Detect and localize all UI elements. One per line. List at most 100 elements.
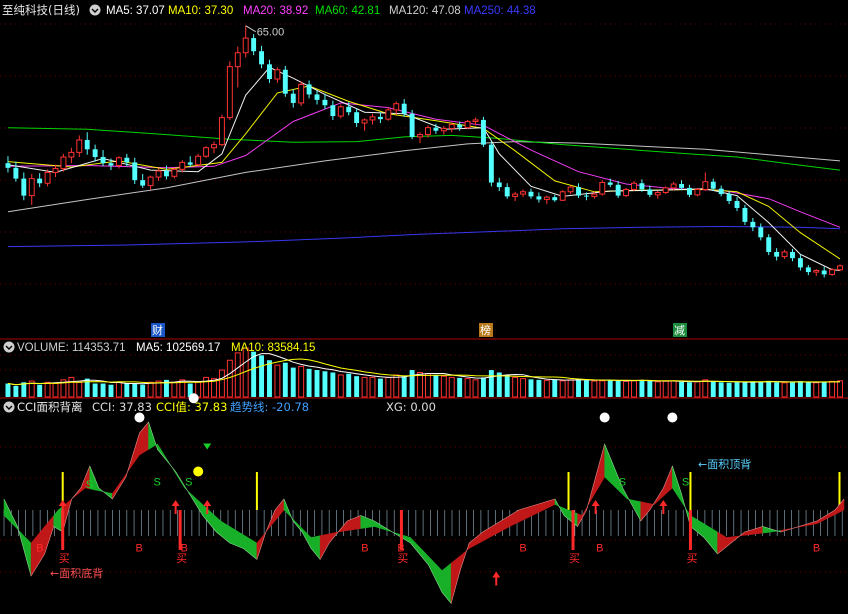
candle-body-up [670,183,677,189]
candle-body-down [314,94,320,100]
volume-bar-up [694,381,701,398]
candle-body-up [52,168,59,173]
buy-arrow [492,571,501,578]
volume-bar-up [171,381,178,398]
stock-chart: SSSSSBBBBBBBB买买买买买 65.00财榜减←面积底背←面积顶背 至纯… [0,3,848,605]
candle-body-up [147,176,154,187]
cci-legend-name: CCI值: [156,400,194,414]
volume-bar-down [583,380,589,397]
event-marker-label: 榜 [480,323,491,337]
yellow-dot [193,466,204,477]
cci-legend-item: CCI: 37.83 [92,400,152,414]
candle-body-up [654,192,661,196]
cci-area-segment [446,562,452,605]
top-dot [667,412,678,423]
cci-area-segment [518,508,524,523]
price-panel-title: 至纯科技(日线) [2,3,80,17]
volume-bar-up [274,364,281,398]
ma-legend-ma250: MA250: 44.38 [464,5,536,17]
candle-body-up [44,171,51,184]
buy-label: 买 [686,552,697,565]
volume-bar-down [742,381,748,397]
candle-body-down [805,267,811,273]
ma-legend-ma5: MA5: 37.07 [106,5,165,17]
volume-bar-down [758,381,764,397]
candle-body-up [417,134,423,138]
candle-body-down [726,194,732,202]
volume-bar-down [805,382,811,397]
candle-body-down [259,51,265,65]
candle-body-up [829,269,836,275]
volume-bar-down [552,379,558,397]
ma-legend-ma120: MA120: 47.08 [389,5,461,17]
cci-area-segment [613,465,619,491]
volume-bar-up [559,380,566,398]
candle-body-down [790,251,795,259]
cci-area-segment [360,515,366,529]
candle-body-up [179,161,186,170]
candle-body-up [60,156,67,170]
volume-bar-down [140,384,146,397]
volume-legend-value: 83584.15 [267,342,315,354]
volume-bar-up [520,378,527,398]
candle-body-up [76,139,83,153]
ma-legend-name: MA20: [243,5,279,17]
candle-body-up [512,193,519,197]
volume-bar-up [543,379,550,398]
top-divergence-label: ←面积顶背 [698,457,751,471]
cci-area-segment [523,506,529,521]
cci-area-segment [405,535,411,544]
cci-legend-item: 趋势线: -20.78 [230,400,309,414]
buy-arrow [58,500,67,506]
candle-body-up [631,182,637,190]
candle-body-up [559,191,566,201]
event-marker-label: 减 [674,324,685,337]
volume-bar-down [726,382,732,397]
candle-body-up [567,186,574,193]
candle-body-up [369,116,376,121]
buy-arrow [171,500,180,506]
cci-area-segment [234,528,240,548]
cci-area-segment [496,520,502,535]
volume-bar-down [290,367,296,397]
candle-body-down [21,178,27,196]
volume-bar-down [108,384,114,397]
candle-body-up [337,106,344,117]
volume-bar-down [322,371,328,397]
candle-body-up [218,117,225,146]
candle-body-up [28,178,35,197]
volume-bar-down [132,383,138,397]
candle-body-down [433,127,439,131]
volume-bar-down [5,383,11,397]
candle-body-up [520,191,527,195]
candle-body-up [115,157,122,166]
cci-area-segment [44,520,50,555]
volume-bar-up [670,380,677,398]
volume-bar-up [147,381,154,398]
cci-legend-name: XG: [386,400,410,414]
candle-body-down [330,105,336,117]
volume-bar-down [282,362,288,397]
cci-area-segment [229,526,235,546]
candle-body-down [615,184,621,196]
volume-bar-down [401,376,407,397]
cci-area-segment [3,498,9,521]
candle-body-up [464,120,471,129]
candle-body-up [662,187,669,194]
volume-bar-up [369,376,376,398]
cci-area-segment [830,509,836,518]
volume-bar-up [829,380,836,398]
candle-body-down [488,144,494,183]
volume-bar-up [448,376,455,398]
candle-body-down [742,207,748,222]
cci-area-segment [712,528,718,555]
buy-label: 买 [176,552,187,565]
ma-legend-value: 37.07 [136,5,165,17]
candle-body-up [837,265,843,271]
sell-signal-label: S [86,479,93,491]
volume-bar-down [306,368,312,397]
cci-legend-item: CCI值: 37.83 [156,400,227,414]
volume-bar-up [599,380,606,398]
buy-label: 买 [397,552,408,565]
buy-arrow [659,500,668,506]
